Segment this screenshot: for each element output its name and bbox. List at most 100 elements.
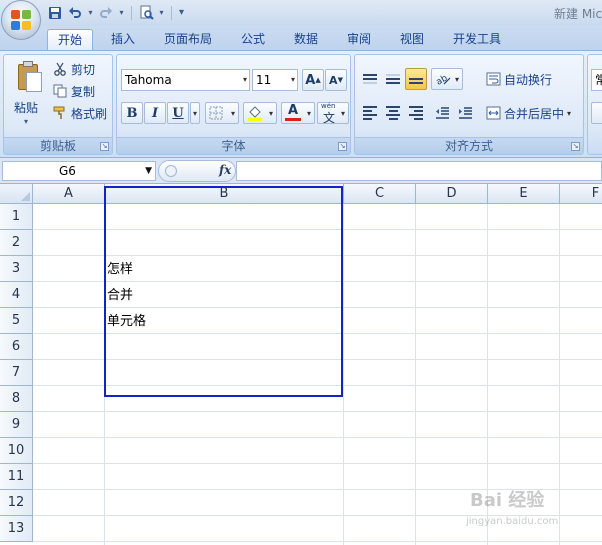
- separator: [131, 5, 132, 20]
- office-button[interactable]: [1, 0, 41, 40]
- font-name-value: Tahoma: [125, 73, 172, 87]
- row-header-12[interactable]: 12: [0, 490, 33, 516]
- row-header-3[interactable]: 3: [0, 256, 33, 282]
- redo-icon[interactable]: [97, 4, 115, 22]
- chevron-down-icon: ▾: [290, 75, 295, 84]
- column-header-d[interactable]: D: [416, 184, 488, 204]
- clipboard-launcher-icon[interactable]: ↘: [100, 142, 109, 151]
- align-top-button[interactable]: [359, 68, 381, 90]
- row-header-1[interactable]: 1: [0, 204, 33, 230]
- watermark-url: jingyan.baidu.com: [466, 516, 559, 527]
- bold-button[interactable]: B: [121, 102, 143, 124]
- format-painter-label: 格式刷: [71, 106, 108, 121]
- font-color-button[interactable]: A ▾: [281, 102, 315, 124]
- formula-input[interactable]: [236, 161, 602, 181]
- office-logo-icon: [11, 10, 32, 31]
- row-header-9[interactable]: 9: [0, 412, 33, 438]
- alignment-launcher-icon[interactable]: ↘: [571, 142, 580, 151]
- align-bottom-button[interactable]: [405, 68, 427, 90]
- gridline: [33, 463, 602, 464]
- expand-formula-icon[interactable]: [165, 165, 177, 177]
- customize-qat-icon[interactable]: ▾: [177, 7, 186, 18]
- fill-color-button[interactable]: ▾: [243, 102, 277, 124]
- font-color-icon: A: [285, 103, 301, 122]
- text-orientation-icon: ab: [435, 73, 451, 86]
- align-right-button[interactable]: [405, 102, 427, 124]
- ribbon-tabs: 开始 插入 页面布局 公式 数据 审阅 视图 开发工具: [0, 26, 602, 50]
- row-header-11[interactable]: 11: [0, 464, 33, 490]
- align-middle-button[interactable]: [382, 68, 404, 90]
- tab-insert[interactable]: 插入: [104, 29, 142, 50]
- merge-center-button[interactable]: 合并后居中 ▾: [485, 103, 571, 123]
- borders-icon: [209, 106, 223, 120]
- print-preview-icon[interactable]: [137, 4, 155, 22]
- underline-button[interactable]: U: [167, 102, 189, 124]
- number-format-select[interactable]: 常: [591, 69, 602, 91]
- row-header-10[interactable]: 10: [0, 438, 33, 464]
- select-all-button[interactable]: [0, 184, 33, 204]
- chevron-down-icon[interactable]: ▾: [567, 109, 571, 118]
- phonetic-guide-icon: wén 文: [321, 102, 336, 125]
- cut-button[interactable]: 剪切: [52, 59, 95, 79]
- font-size-value: 11: [256, 73, 272, 87]
- decrease-indent-icon: [435, 107, 449, 119]
- separator: [171, 5, 172, 20]
- undo-dropdown-icon[interactable]: ▾: [86, 8, 95, 17]
- borders-button[interactable]: ▾: [205, 102, 239, 124]
- document-title: 新建 Mic: [554, 7, 602, 21]
- tab-data[interactable]: 数据: [287, 29, 325, 50]
- format-painter-button[interactable]: 格式刷: [52, 103, 107, 123]
- insert-function-button[interactable]: fx: [219, 163, 231, 177]
- row-header-5[interactable]: 5: [0, 308, 33, 334]
- row-header-6[interactable]: 6: [0, 334, 33, 360]
- selection-highlight-box: [104, 186, 343, 397]
- paste-icon: [14, 60, 44, 94]
- font-group: Tahoma ▾ 11 ▾ A ▲ A ▼ B I U ▾ ▾ ▾ A ▾ wé…: [116, 54, 351, 155]
- paste-dropdown-icon[interactable]: ▾: [24, 117, 28, 126]
- align-center-button[interactable]: [382, 102, 404, 124]
- row-header-7[interactable]: 7: [0, 360, 33, 386]
- row-header-2[interactable]: 2: [0, 230, 33, 256]
- watermark-brand: Bai 经验: [470, 490, 545, 511]
- tab-view[interactable]: 视图: [393, 29, 431, 50]
- column-header-e[interactable]: E: [488, 184, 560, 204]
- phonetic-guide-button[interactable]: wén 文 ▾: [317, 102, 349, 125]
- tab-home[interactable]: 开始: [47, 29, 93, 50]
- tab-formulas[interactable]: 公式: [234, 29, 272, 50]
- wrap-text-button[interactable]: 自动换行: [485, 69, 552, 89]
- accounting-format-button[interactable]: [591, 102, 602, 124]
- row-header-8[interactable]: 8: [0, 386, 33, 412]
- tab-page-layout[interactable]: 页面布局: [157, 29, 219, 50]
- merge-center-icon: [485, 105, 501, 121]
- decrease-indent-button[interactable]: [431, 102, 453, 124]
- copy-button[interactable]: 复制: [52, 81, 95, 101]
- font-size-select[interactable]: 11 ▾: [252, 69, 298, 91]
- font-name-select[interactable]: Tahoma ▾: [121, 69, 250, 91]
- clipboard-group-label: 剪贴板: [4, 137, 112, 154]
- grow-font-button[interactable]: A ▲: [302, 69, 324, 91]
- save-icon[interactable]: [46, 4, 64, 22]
- column-header-c[interactable]: C: [344, 184, 416, 204]
- redo-dropdown-icon[interactable]: ▾: [117, 8, 126, 17]
- increase-indent-button[interactable]: [454, 102, 476, 124]
- scissors-icon: [52, 61, 68, 77]
- tab-developer[interactable]: 开发工具: [446, 29, 508, 50]
- underline-dropdown[interactable]: ▾: [190, 102, 200, 124]
- orientation-button[interactable]: ab ▾: [431, 68, 463, 90]
- column-header-f[interactable]: F: [560, 184, 602, 204]
- name-box[interactable]: G6 ▼: [2, 161, 156, 181]
- italic-button[interactable]: I: [144, 102, 166, 124]
- row-header-4[interactable]: 4: [0, 282, 33, 308]
- chevron-down-icon: ▾: [242, 75, 247, 84]
- font-launcher-icon[interactable]: ↘: [338, 142, 347, 151]
- row-header-13[interactable]: 13: [0, 516, 33, 542]
- column-header-a[interactable]: A: [33, 184, 105, 204]
- print-preview-dropdown-icon[interactable]: ▾: [157, 8, 166, 17]
- tab-review[interactable]: 审阅: [340, 29, 378, 50]
- font-group-label: 字体: [117, 137, 350, 154]
- undo-icon[interactable]: [66, 4, 84, 22]
- paste-label: 粘贴: [14, 101, 39, 115]
- align-left-button[interactable]: [359, 102, 381, 124]
- copy-icon: [52, 83, 68, 99]
- shrink-font-button[interactable]: A ▼: [325, 69, 347, 91]
